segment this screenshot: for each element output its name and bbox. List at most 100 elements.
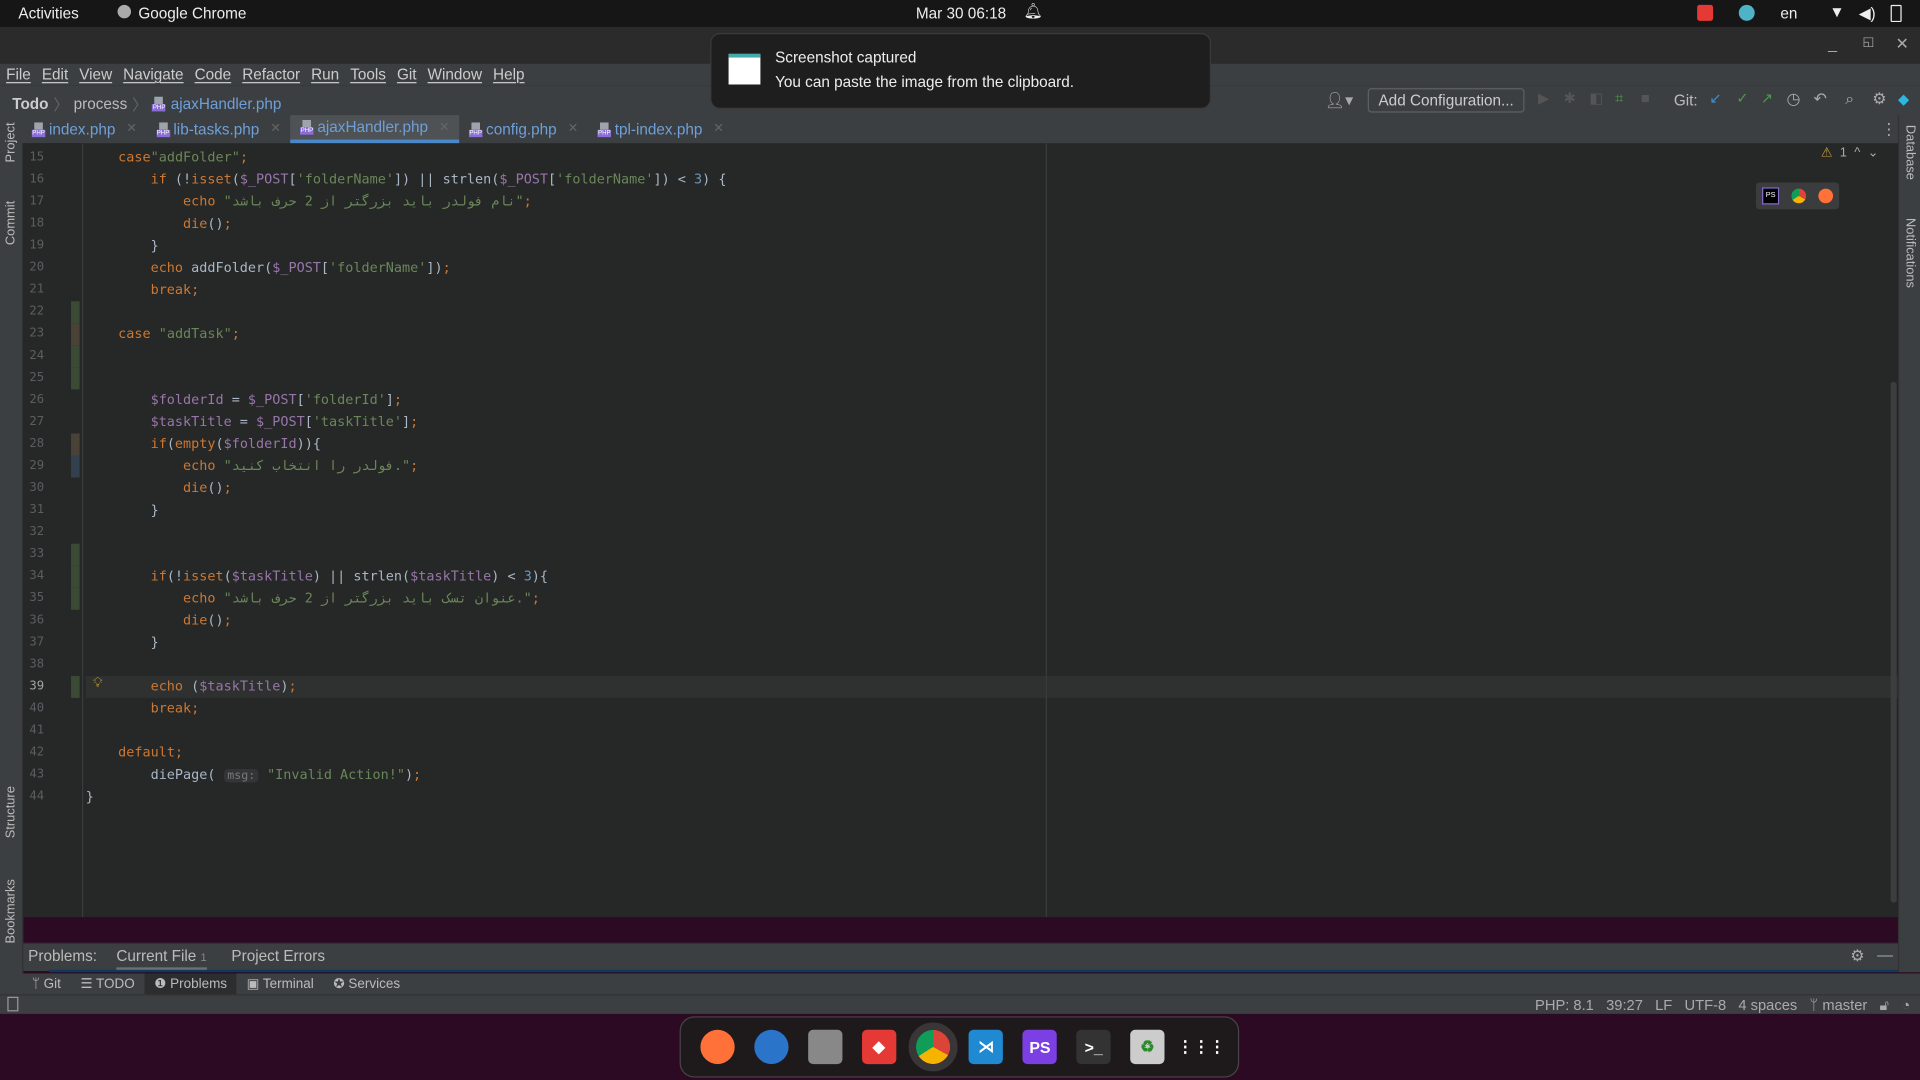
run-icon[interactable]: ▶: [1538, 89, 1549, 106]
code-line[interactable]: break;: [86, 698, 1898, 720]
change-marker[interactable]: [71, 675, 80, 698]
change-marker[interactable]: [71, 323, 80, 346]
lock-icon[interactable]: 🔓︎: [1880, 996, 1890, 1016]
indent-setting[interactable]: 4 spaces: [1738, 996, 1797, 1016]
screenshot-notification[interactable]: Screenshot captured You can paste the im…: [710, 33, 1212, 109]
toggle-panels-icon[interactable]: [7, 996, 19, 1012]
settings-icon[interactable]: ⚙: [1850, 947, 1864, 967]
memory-indicator-icon[interactable]: ◔: [1901, 996, 1910, 1016]
firefox-icon[interactable]: [700, 1029, 735, 1065]
search-icon[interactable]: ⌕: [1845, 89, 1854, 109]
change-marker[interactable]: [71, 543, 80, 566]
code-line[interactable]: if(!isset($taskTitle) || strlen($taskTit…: [86, 566, 1898, 588]
tab-ajaxHandler-php[interactable]: ajaxHandler.php ✕: [290, 115, 460, 144]
code-line[interactable]: }: [86, 786, 1898, 808]
coverage-icon[interactable]: ◧: [1589, 89, 1603, 106]
caret-position[interactable]: 39:27: [1606, 996, 1643, 1016]
change-marker[interactable]: [71, 433, 80, 456]
lightbulb-icon[interactable]: 💡︎: [93, 676, 102, 692]
file-encoding[interactable]: UTF-8: [1685, 996, 1727, 1016]
bookmarks-panel-button[interactable]: Bookmarks: [4, 879, 19, 943]
tab-index-php[interactable]: index.php ✕: [22, 115, 146, 143]
menu-tools[interactable]: Tools: [344, 64, 391, 86]
menu-git[interactable]: Git: [391, 64, 422, 86]
change-marker[interactable]: [71, 587, 80, 610]
active-app-label[interactable]: Google Chrome: [138, 5, 246, 22]
chrome-icon[interactable]: [907, 1022, 957, 1072]
breadcrumb-project[interactable]: Todo: [12, 95, 48, 112]
trash-icon[interactable]: ♻: [1130, 1029, 1165, 1065]
hide-panel-icon[interactable]: —: [1877, 945, 1893, 963]
tool-tab-todo[interactable]: ☰ TODO: [71, 973, 145, 995]
more-options-icon[interactable]: ⋮: [1881, 120, 1897, 140]
menu-refactor[interactable]: Refactor: [236, 64, 305, 86]
change-marker[interactable]: [71, 301, 80, 324]
code-line[interactable]: echo addFolder($_POST['folderName']);: [86, 257, 1898, 279]
code-line[interactable]: echo "نام فولدر باید بزرگتر از 2 حرف باش…: [86, 191, 1898, 213]
phpstorm-icon[interactable]: PS: [1022, 1029, 1058, 1065]
menu-help[interactable]: Help: [487, 64, 530, 86]
code-line[interactable]: die();: [86, 610, 1898, 632]
code-line[interactable]: if (!isset($_POST['folderName']) || strl…: [86, 169, 1898, 191]
menu-run[interactable]: Run: [305, 64, 344, 86]
add-configuration-button[interactable]: Add Configuration...: [1367, 88, 1525, 113]
code-line[interactable]: [86, 522, 1898, 544]
close-tab-icon[interactable]: ✕: [270, 122, 280, 135]
code-line[interactable]: die();: [86, 213, 1898, 235]
maximize-button[interactable]: ◱: [1862, 36, 1874, 49]
code-line[interactable]: diePage( msg: "Invalid Action!");: [86, 764, 1898, 786]
apps-icon[interactable]: ⋮⋮⋮: [1177, 1030, 1225, 1064]
anydesk-icon[interactable]: ◆: [861, 1029, 896, 1065]
clock[interactable]: Mar 30 06:18: [916, 5, 1006, 22]
php-version[interactable]: PHP: 8.1: [1535, 996, 1594, 1016]
change-marker[interactable]: [71, 345, 80, 368]
next-highlight-icon[interactable]: ⌄: [1868, 146, 1879, 161]
tab-lib-tasks-php[interactable]: lib-tasks.php ✕: [146, 115, 290, 143]
tab-project-errors[interactable]: Project Errors: [231, 948, 325, 965]
thunderbird-icon[interactable]: [754, 1029, 789, 1065]
debug-icon[interactable]: ✱: [1564, 89, 1576, 106]
code-line[interactable]: $folderId = $_POST['folderId'];: [86, 389, 1898, 411]
close-tab-icon[interactable]: ✕: [126, 122, 136, 135]
code-line[interactable]: default;: [86, 742, 1898, 764]
code-line[interactable]: break;: [86, 279, 1898, 301]
language-indicator[interactable]: en: [1780, 5, 1797, 22]
close-tab-icon[interactable]: ✕: [568, 122, 578, 135]
wifi-icon[interactable]: ▼: [1829, 4, 1844, 21]
tool-tab-services[interactable]: ✪ Services: [324, 973, 410, 995]
terminal-icon[interactable]: >_: [1076, 1029, 1111, 1065]
gear-icon[interactable]: ⚙: [1872, 89, 1886, 109]
rollback-icon[interactable]: ↶: [1813, 89, 1826, 109]
code-line[interactable]: case "addTask";: [86, 323, 1898, 345]
close-tab-icon[interactable]: ✕: [713, 122, 723, 135]
phpstorm-browser-icon[interactable]: PS: [1762, 187, 1780, 205]
change-marker[interactable]: [71, 367, 80, 390]
code-line[interactable]: [86, 367, 1898, 389]
structure-panel-button[interactable]: Structure: [4, 786, 19, 838]
code-line[interactable]: echo ($taskTitle);: [85, 675, 1898, 698]
code-line[interactable]: }: [86, 235, 1898, 257]
vscode-icon[interactable]: ⋊: [969, 1029, 1004, 1065]
code-line[interactable]: $taskTitle = $_POST['taskTitle'];: [86, 411, 1898, 433]
git-push-icon[interactable]: ↗: [1761, 89, 1773, 106]
code-line[interactable]: }: [86, 500, 1898, 522]
database-panel-button[interactable]: Database: [1903, 125, 1918, 180]
code-line[interactable]: [86, 720, 1898, 742]
code-line[interactable]: [86, 654, 1898, 676]
breadcrumb-folder[interactable]: process: [74, 95, 128, 112]
battery-icon[interactable]: [1890, 4, 1902, 23]
code-line[interactable]: [86, 544, 1898, 566]
anydesk-tray-icon[interactable]: [1697, 4, 1714, 21]
activities-button[interactable]: Activities: [18, 5, 78, 22]
menu-navigate[interactable]: Navigate: [117, 64, 188, 86]
tool-tab-terminal[interactable]: ▣ Terminal: [237, 973, 324, 995]
inspection-widget[interactable]: ⚠ 1 ^ ⌄: [1821, 146, 1879, 161]
git-update-icon[interactable]: ↙: [1709, 89, 1721, 106]
stop-icon[interactable]: ■: [1641, 89, 1650, 106]
commit-panel-button[interactable]: Commit: [4, 201, 19, 245]
code-editor[interactable]: 15 16 17 18 19 20 21 22 23 24 25 26 27 28 29 30 31 32 33 34…: [23, 143, 1898, 918]
history-icon[interactable]: ◷: [1787, 89, 1801, 109]
code-line[interactable]: echo ".عنوان تسک باید بزرگتر از 2 حرف با…: [86, 588, 1898, 610]
code-line[interactable]: }: [86, 632, 1898, 654]
jetbrains-icon[interactable]: ◆: [1898, 91, 1909, 108]
